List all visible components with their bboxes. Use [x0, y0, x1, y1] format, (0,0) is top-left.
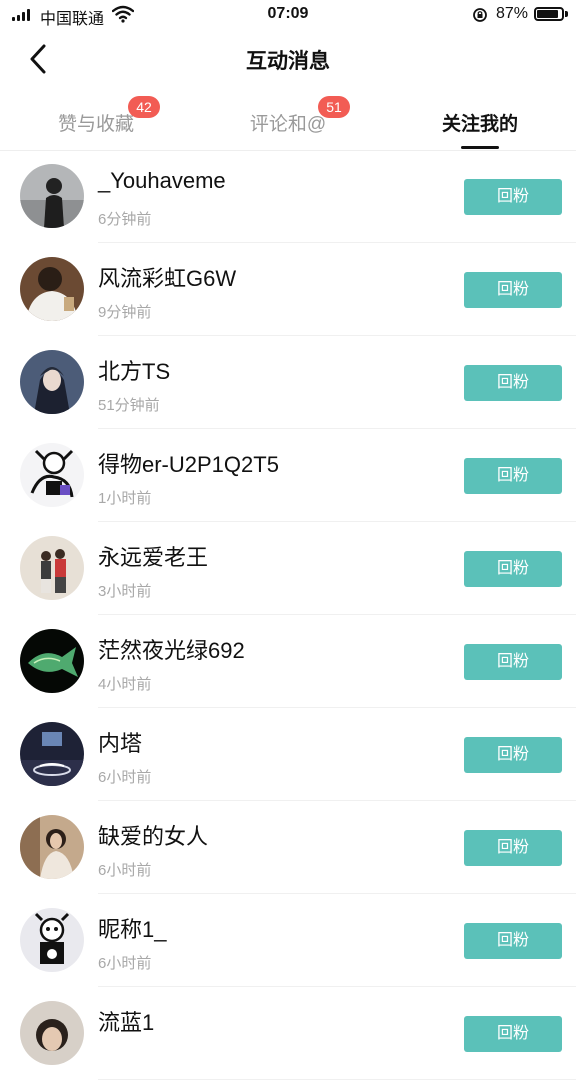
user-name[interactable]: 茫然夜光绿692	[98, 633, 245, 665]
unread-badge: 42	[128, 96, 160, 118]
follow-time: 4小时前	[98, 676, 152, 693]
tab-likes-favorites[interactable]: 赞与收藏 42	[0, 88, 192, 150]
avatar[interactable]	[20, 443, 84, 507]
follow-back-button[interactable]: 回粉	[464, 644, 562, 680]
user-name[interactable]: 风流彩虹G6W	[98, 261, 236, 293]
user-name[interactable]: 缺爱的女人	[98, 819, 208, 851]
tab-label: 评论和@	[249, 114, 327, 135]
follower-row[interactable]: _Youhaveme 6分钟前 回粉	[0, 150, 576, 243]
follower-row[interactable]: 缺爱的女人 6小时前 回粉	[0, 801, 576, 894]
follow-time: 6小时前	[98, 769, 152, 786]
user-name[interactable]: 内塔	[98, 726, 142, 758]
header: 互动消息	[0, 30, 576, 88]
follower-row[interactable]: 茫然夜光绿692 4小时前 回粉	[0, 615, 576, 708]
battery-percent: 87%	[496, 5, 529, 22]
user-name[interactable]: 流蓝1	[98, 1005, 154, 1037]
follow-time: 1小时前	[98, 490, 152, 507]
avatar[interactable]	[20, 536, 84, 600]
avatar[interactable]	[20, 1001, 84, 1065]
avatar[interactable]	[20, 164, 84, 228]
follow-back-button[interactable]: 回粉	[464, 737, 562, 773]
follower-row[interactable]: 流蓝1 回粉	[0, 987, 576, 1080]
follower-row[interactable]: 北方TS 51分钟前 回粉	[0, 336, 576, 429]
user-name[interactable]: 北方TS	[98, 354, 170, 386]
follower-row[interactable]: 永远爱老王 3小时前 回粉	[0, 522, 576, 615]
follow-back-button[interactable]: 回粉	[464, 551, 562, 587]
follower-row[interactable]: 内塔 6小时前 回粉	[0, 708, 576, 801]
page-title: 互动消息	[246, 50, 330, 73]
avatar[interactable]	[20, 629, 84, 693]
follow-back-button[interactable]: 回粉	[464, 458, 562, 494]
follow-time: 6小时前	[98, 862, 152, 879]
battery-cap	[565, 11, 568, 17]
tab-comments-mentions[interactable]: 评论和@ 51	[192, 88, 384, 150]
tab-bar: 赞与收藏 42 评论和@ 51 关注我的	[0, 88, 576, 151]
follow-time: 3小时前	[98, 583, 152, 600]
follower-row[interactable]: 昵称1_ 6小时前 回粉	[0, 894, 576, 987]
user-name[interactable]: 昵称1_	[98, 912, 166, 944]
tab-label: 关注我的	[441, 114, 518, 135]
tab-new-followers[interactable]: 关注我的	[384, 88, 576, 150]
status-time: 07:09	[267, 5, 309, 22]
follower-row[interactable]: 得物er-U2P1Q2T5 1小时前 回粉	[0, 429, 576, 522]
follower-row[interactable]: 风流彩虹G6W 9分钟前 回粉	[0, 243, 576, 336]
avatar[interactable]	[20, 722, 84, 786]
status-bar: 中国联通 07:09 87%	[0, 0, 576, 30]
follow-back-button[interactable]: 回粉	[464, 179, 562, 215]
follow-back-button[interactable]: 回粉	[464, 923, 562, 959]
battery-fill	[537, 10, 558, 18]
follow-back-button[interactable]: 回粉	[464, 272, 562, 308]
user-name[interactable]: _Youhaveme	[98, 168, 226, 194]
user-name[interactable]: 永远爱老王	[98, 540, 208, 572]
orientation-lock-icon	[473, 8, 487, 22]
avatar[interactable]	[20, 908, 84, 972]
avatar[interactable]	[20, 350, 84, 414]
tab-label: 赞与收藏	[57, 114, 134, 135]
battery-icon	[534, 7, 564, 21]
follow-back-button[interactable]: 回粉	[464, 1016, 562, 1052]
follow-back-button[interactable]: 回粉	[464, 365, 562, 401]
follow-back-button[interactable]: 回粉	[464, 830, 562, 866]
follow-time: 6分钟前	[98, 211, 152, 228]
follow-time: 51分钟前	[98, 397, 160, 414]
avatar[interactable]	[20, 257, 84, 321]
unread-badge: 51	[318, 96, 350, 118]
follow-time: 6小时前	[98, 955, 152, 972]
avatar[interactable]	[20, 815, 84, 879]
user-name[interactable]: 得物er-U2P1Q2T5	[98, 447, 279, 479]
active-tab-indicator	[461, 146, 499, 149]
follow-time: 9分钟前	[98, 304, 152, 321]
